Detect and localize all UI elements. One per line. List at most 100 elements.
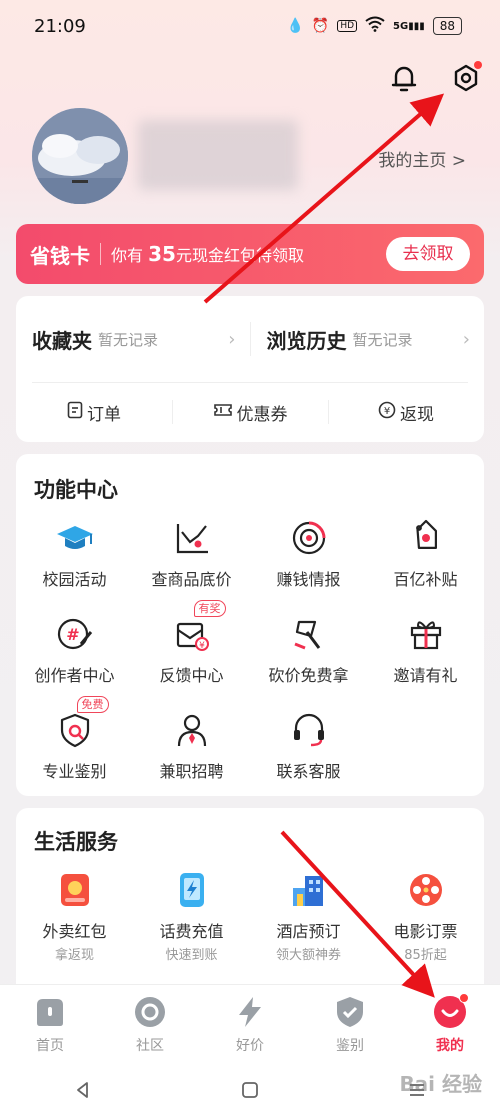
nav-label: 首页 [36,1038,64,1054]
divider [32,382,468,383]
function-item-label: 邀请有礼 [393,666,458,685]
history-entry[interactable]: 浏览历史 暂无记录 › [251,296,485,382]
phone-charge-icon [172,870,212,910]
drop-icon: 💧 [286,18,304,34]
battery-indicator: 88 [432,17,462,35]
service-item-label: 话费充值 [159,922,224,941]
service-item-sub: 拿返现 [54,948,94,963]
function-item-bargain[interactable]: 砍价免费拿 [250,614,367,686]
community-icon [133,995,167,1029]
document-icon [67,401,83,424]
service-item-sub: 85折起 [404,948,447,963]
nav-me[interactable]: 我的 [400,985,500,1062]
function-item-price-check[interactable]: 查商品底价 [133,518,250,590]
ticket-icon [213,402,233,423]
claim-button[interactable]: 去领取 [386,237,470,271]
my-homepage-link[interactable]: 我的主页 > [378,146,466,171]
function-item-label: 查商品底价 [151,570,232,589]
function-item-feedback[interactable]: ¥ 有奖 反馈中心 [133,600,250,686]
service-item-movie[interactable]: 电影订票 85折起 [367,870,484,963]
svg-text:¥: ¥ [199,641,205,651]
function-center-title: 功能中心 [34,478,118,502]
me-icon [433,993,469,1029]
person-tie-icon [172,710,212,750]
function-item-appraisal[interactable]: 免费 专业鉴别 [16,696,133,782]
chevron-right-icon: › [228,328,236,350]
nav-label: 鉴别 [336,1038,364,1054]
nav-label: 好价 [236,1038,264,1054]
reward-badge: 有奖 [193,600,226,617]
graduation-cap-icon [55,518,95,558]
home-button-icon[interactable] [230,1075,270,1105]
service-item-label: 酒店预订 [276,922,341,941]
network-type: 5G [393,20,409,32]
savings-amount: 35 [148,242,176,266]
svg-text:#: # [66,625,79,644]
service-item-hotel[interactable]: 酒店预订 领大额神券 [250,870,367,963]
service-item-food[interactable]: 外卖红包 拿返现 [16,870,133,963]
svg-text:¥: ¥ [384,406,390,417]
function-item-label: 百亿补贴 [393,570,458,589]
price-chart-icon [172,518,212,558]
service-item-label: 电影订票 [393,922,458,941]
savings-desc-prefix: 你有 [111,246,144,265]
function-item-support[interactable]: 联系客服 [250,710,367,782]
function-item-label: 兼职招聘 [159,762,224,781]
feedback-icon: ¥ 有奖 [172,600,226,654]
history-sub: 暂无记录 [352,330,413,349]
service-item-sub: 快速到账 [165,948,218,963]
function-item-label: 赚钱情报 [276,570,341,589]
orders-link[interactable]: 订单 [16,384,172,440]
nav-home[interactable]: 首页 [0,985,100,1062]
savings-desc: 你有 35元现金红包待领取 [111,242,386,266]
watermark: Bai 经验 [399,1072,482,1096]
service-item-label: 外卖红包 [42,922,107,941]
function-item-subsidy[interactable]: 百亿补贴 [367,518,484,590]
chevron-right-icon: › [462,328,470,350]
hotel-icon [289,870,329,910]
headset-icon [289,710,329,750]
avatar[interactable] [32,108,128,204]
username-blurred [138,120,298,190]
creator-hash-icon: # [55,614,95,654]
tag-icon [406,518,446,558]
film-reel-icon [406,870,446,910]
shield-check-icon: 免费 [55,696,109,750]
cashback-label: 返现 [400,404,434,425]
settings-gear-icon[interactable] [446,58,486,98]
function-item-creator[interactable]: # 创作者中心 [16,614,133,686]
function-item-jobs[interactable]: 兼职招聘 [133,710,250,782]
favorites-entry[interactable]: 收藏夹 暂无记录 › [16,296,250,382]
status-icons: 💧 ⏰ HD 5G▮▮▮ 88 [286,16,462,36]
coupons-link[interactable]: 优惠券 [172,384,328,440]
free-badge: 免费 [76,696,109,713]
life-services-title: 生活服务 [34,830,118,854]
food-coupon-icon [55,870,95,910]
service-item-phone[interactable]: 话费充值 快速到账 [133,870,250,963]
nav-appraisal[interactable]: 鉴别 [300,985,400,1062]
function-item-earn-info[interactable]: 赚钱情报 [250,518,367,590]
savings-card[interactable]: 省钱卡 你有 35元现金红包待领取 去领取 [16,224,484,284]
function-item-invite[interactable]: 邀请有礼 [367,614,484,686]
function-item-campus[interactable]: 校园活动 [16,518,133,590]
function-item-label: 校园活动 [42,570,107,589]
wifi-icon [365,16,385,36]
history-title: 浏览历史 [266,328,347,353]
function-center-card: 功能中心 校园活动 查商品底价 赚钱情报 百亿补贴 # 创作者中心 ¥ 有奖 反… [16,454,484,796]
savings-card-title: 省钱卡 [30,243,90,268]
orders-label: 订单 [87,404,121,425]
target-icon [289,518,329,558]
function-item-label: 联系客服 [276,762,341,781]
gift-icon [406,614,446,654]
nav-deals[interactable]: 好价 [200,985,300,1062]
function-item-label: 反馈中心 [159,666,224,685]
back-icon[interactable] [63,1075,103,1105]
service-item-sub: 领大额神券 [275,948,341,963]
bell-icon[interactable] [384,58,424,98]
bottom-nav: 首页 社区 好价 鉴别 我的 [0,984,500,1062]
notification-dot [474,61,482,69]
nav-community[interactable]: 社区 [100,985,200,1062]
shield-icon [333,995,367,1029]
cashback-link[interactable]: ¥ 返现 [328,384,484,440]
yen-icon: ¥ [378,401,396,424]
